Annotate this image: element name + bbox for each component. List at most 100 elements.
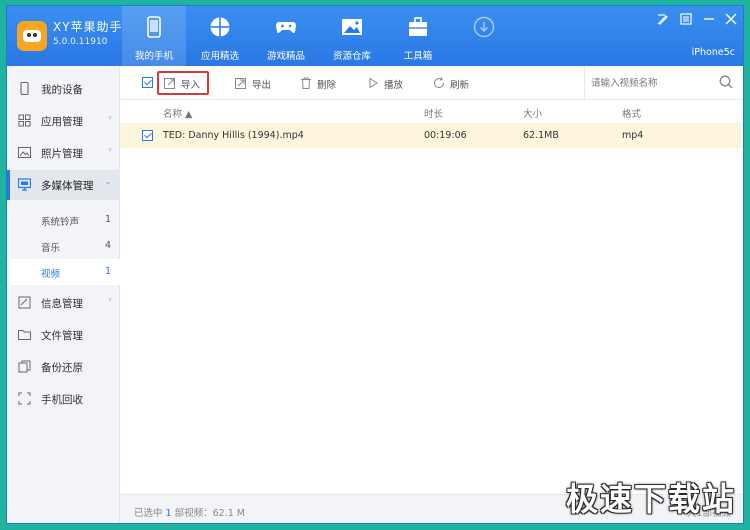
phone-icon — [147, 16, 161, 38]
sidebar-item-label: 备份还原 — [41, 362, 83, 374]
column-name-header[interactable]: 名称 ▲ — [163, 106, 192, 120]
status-prefix: 已选中 — [134, 508, 163, 519]
refresh-button[interactable]: 刷新 — [433, 74, 478, 92]
tab-app-picks[interactable]: 应用精选 — [188, 6, 252, 66]
monitor-icon — [18, 178, 31, 191]
minimize-icon[interactable] — [703, 13, 715, 25]
cell-format: mp4 — [622, 130, 644, 141]
chevron-right-icon: › — [108, 113, 112, 123]
sidebar-subitem-video[interactable]: 视频 1 — [7, 259, 120, 285]
column-format-header[interactable]: 格式 — [622, 106, 641, 120]
grid-icon — [18, 114, 31, 127]
delete-label: 删除 — [317, 80, 337, 91]
export-icon — [235, 78, 246, 89]
backup-icon — [18, 360, 31, 373]
sidebar-item-my-device[interactable]: 我的设备 — [7, 74, 120, 104]
skin-icon[interactable] — [657, 13, 669, 25]
tab-label: 资源仓库 — [332, 51, 371, 62]
subitem-label: 视频 — [41, 269, 61, 280]
tab-label: 我的手机 — [134, 51, 173, 62]
table-row[interactable]: TED: Danny Hillis (1994).mp4 00:19:06 62… — [120, 123, 743, 148]
sidebar-item-backup-restore[interactable]: 备份还原 — [7, 352, 120, 382]
sidebar-item-media-management[interactable]: 多媒体管理 ⌄ — [7, 170, 120, 200]
subitem-count: 4 — [104, 240, 111, 251]
message-icon — [18, 296, 31, 309]
cell-duration: 00:19:06 — [424, 130, 467, 141]
chevron-right-icon: › — [108, 145, 112, 155]
tab-resources[interactable]: 资源仓库 — [320, 6, 384, 66]
import-button[interactable]: 导入 — [157, 71, 209, 95]
sidebar-subitem-ringtones[interactable]: 系统铃声 1 — [7, 207, 120, 233]
gamepad-icon — [276, 22, 296, 33]
app-title: XY苹果助手 — [53, 20, 123, 34]
download-icon — [473, 16, 495, 38]
sidebar-subitem-music[interactable]: 音乐 4 — [7, 233, 120, 259]
tab-my-phone[interactable]: 我的手机 — [122, 6, 186, 66]
device-icon — [20, 82, 29, 95]
search-box — [584, 66, 743, 99]
play-icon — [369, 77, 378, 89]
search-input[interactable] — [591, 75, 711, 91]
delete-button[interactable]: 删除 — [300, 74, 345, 92]
sidebar-item-label: 照片管理 — [41, 148, 83, 160]
watermark: 极速下载站 — [565, 480, 736, 518]
folder-icon — [18, 330, 31, 340]
sidebar-item-label: 文件管理 — [41, 330, 83, 342]
status-suffix: 部视频：62.1 M — [174, 508, 245, 519]
row-checkbox[interactable] — [142, 130, 153, 141]
subitem-count: 1 — [104, 266, 111, 277]
export-label: 导出 — [252, 80, 272, 91]
menu-icon[interactable] — [680, 13, 692, 25]
sidebar: 我的设备 应用管理 › 照片管理 › 多媒体管理 ⌄ 系统铃声 1 音乐 4 视… — [7, 66, 120, 523]
search-icon[interactable] — [719, 75, 733, 89]
app-store-icon — [210, 17, 230, 37]
sidebar-item-label: 我的设备 — [41, 84, 83, 96]
tab-label: 游戏精品 — [266, 51, 305, 62]
cell-size: 62.1MB — [523, 130, 559, 141]
app-version: 5.0.0.11910 — [53, 37, 108, 47]
image-icon — [342, 19, 362, 35]
sidebar-item-file-management[interactable]: 文件管理 — [7, 320, 120, 350]
select-all-checkbox[interactable] — [142, 77, 153, 88]
trash-icon — [301, 77, 311, 89]
subitem-label: 音乐 — [41, 243, 61, 254]
selection-status: 已选中 1 部视频：62.1 M — [134, 505, 245, 519]
sidebar-item-app-management[interactable]: 应用管理 › — [7, 106, 120, 136]
tab-toolbox[interactable]: 工具箱 — [386, 6, 450, 66]
device-name[interactable]: iPhone5c — [692, 47, 735, 58]
close-icon[interactable] — [725, 13, 737, 25]
export-button[interactable]: 导出 — [235, 74, 280, 92]
header-bar: XY苹果助手 5.0.0.11910 我的手机 应用精选 游戏精品 资源仓库 工… — [7, 6, 743, 66]
sidebar-item-label: 应用管理 — [41, 116, 83, 128]
sidebar-item-label: 多媒体管理 — [41, 180, 94, 192]
cell-name: TED: Danny Hillis (1994).mp4 — [163, 130, 304, 141]
play-button[interactable]: 播放 — [367, 74, 412, 92]
chevron-down-icon: ⌄ — [104, 177, 112, 187]
tab-games[interactable]: 游戏精品 — [254, 6, 318, 66]
sidebar-item-label: 信息管理 — [41, 298, 83, 310]
sidebar-item-info-management[interactable]: 信息管理 › — [7, 288, 120, 318]
tab-label: 工具箱 — [403, 51, 433, 62]
refresh-icon — [434, 77, 445, 89]
app-logo-icon — [17, 21, 47, 51]
tab-label: 应用精选 — [200, 51, 239, 62]
subitem-count: 1 — [104, 214, 111, 225]
sidebar-item-photo-management[interactable]: 照片管理 › — [7, 138, 120, 168]
table-header: 名称 ▲ 时长 大小 格式 — [120, 100, 743, 122]
chevron-right-icon: › — [108, 295, 112, 305]
toolbox-icon — [409, 17, 427, 36]
recycle-icon — [18, 392, 31, 405]
photo-icon — [18, 147, 31, 158]
import-label: 导入 — [181, 80, 201, 91]
play-label: 播放 — [384, 80, 404, 91]
tab-downloads[interactable] — [452, 6, 516, 66]
column-duration-header[interactable]: 时长 — [424, 106, 443, 120]
subitem-label: 系统铃声 — [41, 217, 80, 228]
sidebar-item-phone-recycle[interactable]: 手机回收 — [7, 384, 120, 414]
column-size-header[interactable]: 大小 — [523, 106, 542, 120]
import-icon — [164, 78, 175, 89]
status-count: 1 — [165, 508, 172, 519]
refresh-label: 刷新 — [450, 80, 470, 91]
app-window: XY苹果助手 5.0.0.11910 我的手机 应用精选 游戏精品 资源仓库 工… — [6, 5, 744, 524]
sidebar-item-label: 手机回收 — [41, 394, 83, 406]
